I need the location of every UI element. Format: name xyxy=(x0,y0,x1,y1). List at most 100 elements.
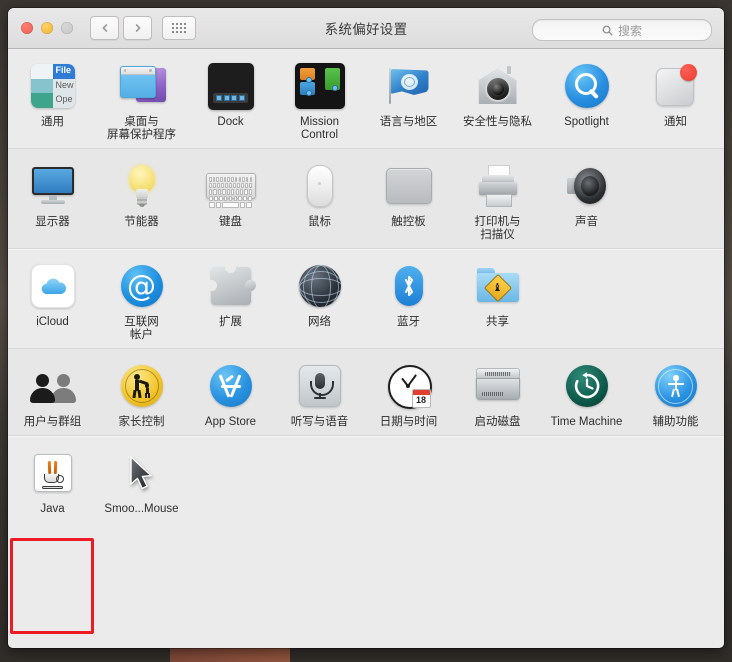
pref-pane-label: Mission Control xyxy=(300,116,339,141)
pref-pane-language-region[interactable]: 语言与地区 xyxy=(364,58,453,129)
pref-pane-label: 日期与时间 xyxy=(379,416,438,428)
extensions-icon xyxy=(205,261,256,311)
pref-pane-sound[interactable]: 声音 xyxy=(542,158,631,229)
pref-pane-label: Dock xyxy=(217,116,244,128)
close-button[interactable] xyxy=(21,22,33,34)
mouse-icon xyxy=(295,161,345,211)
pref-pane-trackpad[interactable]: 触控板 xyxy=(364,158,453,229)
spotlight-icon xyxy=(562,61,612,111)
show-all-button[interactable] xyxy=(162,16,196,40)
traffic-light-controls xyxy=(21,22,73,34)
preferences-row: iCloud @ 互联网 帐户 扩展 网络 蓝牙 ♝ 共享 xyxy=(8,249,724,349)
pref-pane-label: 触控板 xyxy=(391,216,426,228)
search-input[interactable]: 搜索 xyxy=(532,19,712,41)
chevron-right-icon xyxy=(135,24,140,32)
pref-pane-label: Spotlight xyxy=(564,116,609,128)
energy-saver-icon xyxy=(117,161,167,211)
pref-pane-energy-saver[interactable]: 节能器 xyxy=(97,158,186,229)
pref-pane-extensions[interactable]: 扩展 xyxy=(186,258,275,329)
pref-pane-spotlight[interactable]: Spotlight xyxy=(542,58,631,129)
preferences-row-third-party: Java Smoo...Mouse xyxy=(8,436,724,648)
mission-control-icon xyxy=(294,61,345,111)
pref-pane-bluetooth[interactable]: 蓝牙 xyxy=(364,258,453,329)
language-region-icon xyxy=(384,61,434,111)
smoothmouse-cursor-icon xyxy=(117,448,167,498)
grid-dots-icon xyxy=(172,23,186,33)
dictation-speech-icon xyxy=(295,361,345,411)
minimize-button[interactable] xyxy=(41,22,53,34)
pref-pane-label: 通知 xyxy=(664,116,687,128)
pref-pane-internet-accounts[interactable]: @ 互联网 帐户 xyxy=(97,258,186,342)
java-icon xyxy=(28,448,78,498)
pref-pane-mouse[interactable]: 鼠标 xyxy=(275,158,364,229)
pref-pane-label: 网络 xyxy=(308,316,331,328)
pref-pane-date-time[interactable]: 18 日期与时间 xyxy=(364,358,453,429)
system-preferences-window: 系统偏好设置 搜索 File New Ope 通用 桌面与 屏幕保护程序 Doc… xyxy=(8,8,724,648)
displays-icon xyxy=(28,161,78,211)
pref-pane-label: 声音 xyxy=(575,216,598,228)
pref-pane-label: 共享 xyxy=(486,316,509,328)
general-icon: File New Ope xyxy=(28,61,78,111)
pref-pane-label: 键盘 xyxy=(219,216,242,228)
pref-pane-network[interactable]: 网络 xyxy=(275,258,364,329)
pref-pane-label: 蓝牙 xyxy=(397,316,420,328)
pref-pane-security-privacy[interactable]: 安全性与隐私 xyxy=(453,58,542,129)
preferences-row: 用户与群组 家长控制 App Store 听写与语音 18 日期与时间 启动磁盘… xyxy=(8,349,724,436)
pref-pane-label: 启动磁盘 xyxy=(474,416,521,428)
pref-pane-dictation-speech[interactable]: 听写与语音 xyxy=(275,358,364,429)
pref-pane-label: Smoo...Mouse xyxy=(104,503,179,515)
pref-pane-notifications[interactable]: 通知 xyxy=(631,58,720,129)
pref-pane-label: 扩展 xyxy=(219,316,242,328)
preferences-grid: File New Ope 通用 桌面与 屏幕保护程序 Dock Mission … xyxy=(8,49,724,648)
app-store-icon xyxy=(206,361,256,411)
pref-pane-label: 语言与地区 xyxy=(379,116,438,128)
sound-icon xyxy=(562,161,612,211)
pref-pane-accessibility[interactable]: 辅助功能 xyxy=(631,358,720,429)
general-icon-open-text: Ope xyxy=(55,94,73,105)
notifications-icon xyxy=(651,61,701,111)
pref-pane-mission-control[interactable]: Mission Control xyxy=(275,58,364,142)
general-icon-file-text: File xyxy=(55,65,72,75)
pref-pane-smoothmouse[interactable]: Smoo...Mouse xyxy=(97,445,186,516)
pref-pane-time-machine[interactable]: Time Machine xyxy=(542,358,631,429)
accessibility-icon xyxy=(651,361,701,411)
pref-pane-general[interactable]: File New Ope 通用 xyxy=(8,58,97,129)
sharing-icon: ♝ xyxy=(473,261,523,311)
pref-pane-desktop-screensaver[interactable]: 桌面与 屏幕保护程序 xyxy=(97,58,186,142)
window-titlebar: 系统偏好设置 搜索 xyxy=(8,8,724,49)
search-icon xyxy=(602,25,613,36)
network-icon xyxy=(295,261,345,311)
pref-pane-label: 听写与语音 xyxy=(290,416,349,428)
pref-pane-label: 通用 xyxy=(41,116,64,128)
pref-pane-label: 显示器 xyxy=(35,216,70,228)
forward-button[interactable] xyxy=(123,16,152,40)
pref-pane-app-store[interactable]: App Store xyxy=(186,358,275,429)
pref-pane-sharing[interactable]: ♝ 共享 xyxy=(453,258,542,329)
bluetooth-icon xyxy=(384,261,434,311)
pref-pane-parental-controls[interactable]: 家长控制 xyxy=(97,358,186,429)
pref-pane-label: Time Machine xyxy=(550,416,623,428)
printers-scanners-icon xyxy=(473,161,523,211)
pref-pane-printers-scanners[interactable]: 打印机与 扫描仪 xyxy=(453,158,542,242)
pref-pane-label: 家长控制 xyxy=(118,416,165,428)
desktop-screensaver-icon xyxy=(117,61,167,111)
back-button[interactable] xyxy=(90,16,119,40)
pref-pane-users-groups[interactable]: 用户与群组 xyxy=(8,358,97,429)
security-privacy-icon xyxy=(473,61,523,111)
pref-pane-startup-disk[interactable]: 启动磁盘 xyxy=(453,358,542,429)
navigation-buttons xyxy=(90,16,152,40)
chevron-left-icon xyxy=(102,24,107,32)
users-groups-icon xyxy=(28,361,78,411)
parental-controls-icon xyxy=(117,361,167,411)
pref-pane-label: 辅助功能 xyxy=(652,416,699,428)
pref-pane-displays[interactable]: 显示器 xyxy=(8,158,97,229)
pref-pane-java[interactable]: Java xyxy=(8,445,97,516)
zoom-button[interactable] xyxy=(61,22,73,34)
calendar-day-number: 18 xyxy=(415,395,426,405)
pref-pane-label: iCloud xyxy=(36,316,69,328)
pref-pane-label: App Store xyxy=(204,416,257,428)
keyboard-icon xyxy=(205,161,256,211)
pref-pane-keyboard[interactable]: 键盘 xyxy=(186,158,275,229)
pref-pane-icloud[interactable]: iCloud xyxy=(8,258,97,329)
pref-pane-dock[interactable]: Dock xyxy=(186,58,275,129)
